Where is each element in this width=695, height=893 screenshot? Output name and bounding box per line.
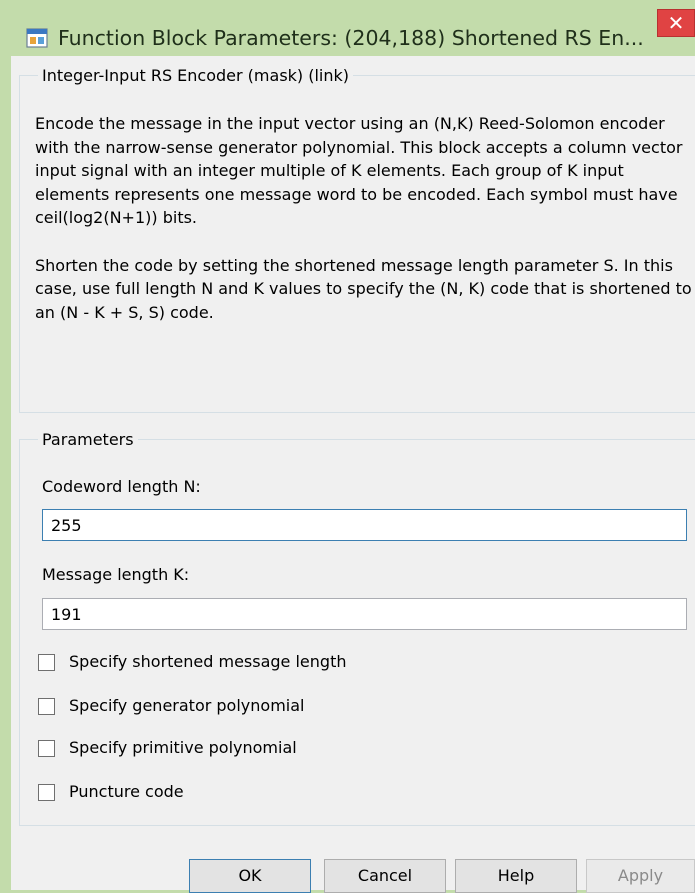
parameters-legend: Parameters	[42, 430, 134, 449]
ok-button[interactable]: OK	[189, 859, 311, 893]
apply-button[interactable]: Apply	[586, 859, 695, 893]
description-paragraph-shortening: Shorten the code by setting the shortene…	[35, 255, 692, 322]
simulink-block-icon	[26, 28, 48, 48]
close-button[interactable]: ✕	[657, 9, 695, 37]
codeword-length-input[interactable]	[42, 509, 687, 541]
mask-description: Encode the message in the input vector u…	[35, 112, 695, 324]
message-length-label: Message length K:	[42, 565, 190, 584]
shortened-message-length-checkbox[interactable]	[38, 654, 55, 671]
dialog-body: Integer-Input RS Encoder (mask) (link) E…	[11, 56, 695, 893]
generator-polynomial-checkbox[interactable]	[38, 698, 55, 715]
mask-legend: Integer-Input RS Encoder (mask) (link)	[42, 66, 350, 85]
title-bar[interactable]: Function Block Parameters: (204,188) Sho…	[0, 0, 695, 56]
primitive-polynomial-label: Specify primitive polynomial	[69, 738, 297, 757]
puncture-code-label: Puncture code	[69, 782, 184, 801]
primitive-polynomial-checkbox[interactable]	[38, 740, 55, 757]
puncture-code-checkbox[interactable]	[38, 784, 55, 801]
description-paragraph-encoding: Encode the message in the input vector u…	[35, 114, 683, 227]
codeword-length-label: Codeword length N:	[42, 477, 201, 496]
window-title: Function Block Parameters: (204,188) Sho…	[58, 26, 644, 50]
generator-polynomial-label: Specify generator polynomial	[69, 696, 305, 715]
message-length-input[interactable]	[42, 598, 687, 630]
shortened-message-length-label: Specify shortened message length	[69, 652, 347, 671]
cancel-button[interactable]: Cancel	[324, 859, 446, 893]
help-button[interactable]: Help	[455, 859, 577, 893]
